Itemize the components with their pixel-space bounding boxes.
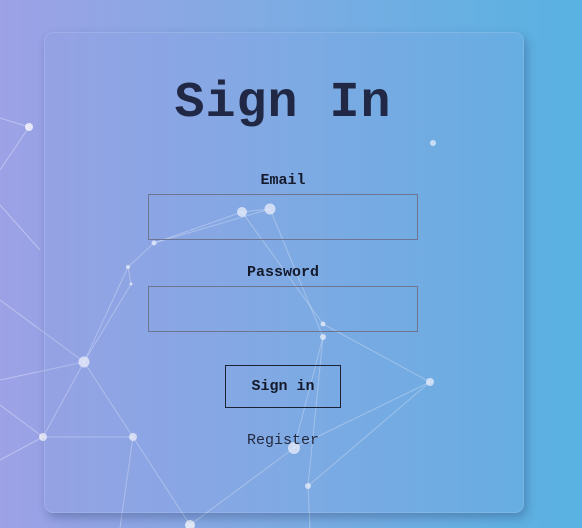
password-label: Password (246, 264, 319, 281)
email-field[interactable] (148, 194, 418, 240)
email-label: Email (260, 172, 306, 189)
page-title: Sign In (174, 75, 392, 132)
register-link[interactable]: Register (148, 432, 418, 450)
password-field[interactable] (148, 286, 418, 332)
sign-in-button[interactable]: Sign in (225, 365, 341, 408)
